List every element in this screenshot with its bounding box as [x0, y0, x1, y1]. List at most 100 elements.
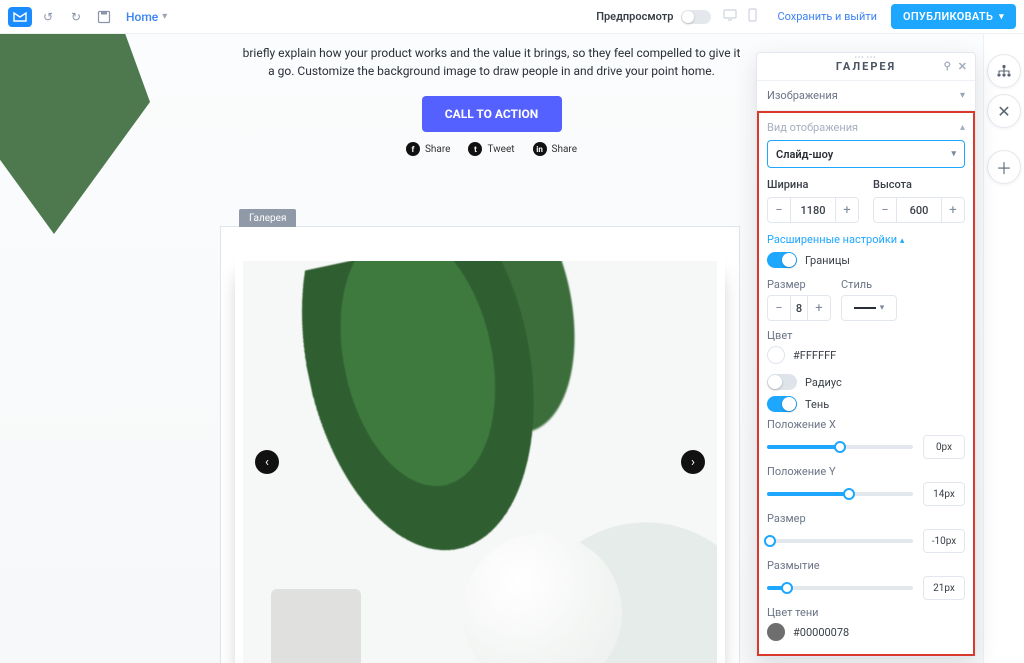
border-size-value[interactable]: 8: [790, 296, 808, 320]
border-color-value: #FFFFFF: [793, 349, 836, 362]
twitter-icon: t: [468, 142, 482, 156]
hero-line-1: briefly explain how your product works a…: [212, 44, 772, 62]
chevron-up-icon: ▴: [960, 122, 965, 133]
advanced-settings-link[interactable]: Расширенные настройки ▴: [767, 233, 965, 246]
shadow-size-slider[interactable]: [767, 539, 913, 543]
gallery-next-button[interactable]: ›: [681, 450, 705, 474]
tweet-label: Tweet: [487, 144, 514, 155]
panel-close-icon[interactable]: ✕: [958, 60, 969, 73]
gallery-image: [243, 261, 717, 663]
decrement-button[interactable]: −: [874, 203, 896, 218]
border-style-select[interactable]: ▾: [841, 295, 897, 321]
gallery-settings-panel: ⋯⋯ ГАЛЕРЕЯ ⚲ ✕ Изображения ▾ Вид отображ…: [756, 52, 976, 657]
pos-y-slider[interactable]: [767, 492, 913, 496]
hero-copy: briefly explain how your product works a…: [212, 44, 772, 80]
save-and-exit-link[interactable]: Сохранить и выйти: [777, 10, 877, 23]
desktop-icon[interactable]: [721, 9, 739, 24]
gallery-frame: ‹ ›: [235, 253, 725, 663]
linkedin-icon: in: [533, 142, 547, 156]
panel-header[interactable]: ⋯⋯ ГАЛЕРЕЯ ⚲ ✕: [757, 53, 975, 81]
hero-line-2: a go. Customize the background image to …: [212, 62, 772, 80]
height-label: Высота: [873, 178, 965, 191]
border-color-label: Цвет: [767, 329, 965, 342]
mobile-icon[interactable]: [743, 8, 761, 25]
home-label: Home: [126, 10, 158, 24]
preview-label: Предпросмотр: [596, 10, 673, 23]
share-linkedin[interactable]: in Share: [533, 142, 577, 156]
borders-toggle[interactable]: [767, 252, 797, 268]
sitemap-icon[interactable]: [987, 54, 1021, 88]
solid-line-icon: [854, 307, 876, 309]
pos-y-value[interactable]: 14px: [923, 482, 965, 506]
save-icon[interactable]: [92, 5, 116, 29]
section-display-label: Вид отображения: [767, 121, 858, 134]
blur-value[interactable]: 21px: [923, 576, 965, 600]
publish-label: ОПУБЛИКОВАТЬ: [903, 10, 993, 23]
radius-toggle[interactable]: [767, 374, 797, 390]
radius-label: Радиус: [805, 376, 842, 389]
publish-button[interactable]: ОПУБЛИКОВАТЬ ▾: [891, 4, 1016, 29]
border-color-swatch[interactable]: [767, 346, 785, 364]
chevron-down-icon: ▾: [162, 11, 167, 22]
width-label: Ширина: [767, 178, 859, 191]
pin-icon[interactable]: ⚲: [944, 61, 953, 72]
blur-label: Размытие: [767, 559, 965, 572]
borders-label: Границы: [805, 254, 850, 267]
increment-button[interactable]: +: [836, 203, 858, 218]
gallery-block-tab[interactable]: Галерея: [239, 209, 296, 227]
display-mode-value: Слайд-шоу: [776, 148, 833, 161]
pos-y-label: Положение Y: [767, 465, 965, 478]
shadow-color-swatch[interactable]: [767, 623, 785, 641]
chevron-down-icon: ▾: [960, 90, 965, 101]
share-label: Share: [425, 144, 450, 155]
pos-x-value[interactable]: 0px: [923, 435, 965, 459]
shadow-toggle[interactable]: [767, 396, 797, 412]
chevron-down-icon: ▾: [999, 12, 1004, 22]
home-link[interactable]: Home ▾: [126, 10, 167, 24]
app-logo-icon[interactable]: [8, 7, 32, 27]
width-stepper[interactable]: − 1180 +: [767, 197, 859, 223]
facebook-icon: f: [406, 142, 420, 156]
shadow-label: Тень: [805, 398, 829, 411]
shadow-color-value: #00000078: [793, 626, 849, 639]
height-value[interactable]: 600: [896, 198, 942, 222]
increment-button[interactable]: +: [942, 203, 964, 218]
share-label-2: Share: [552, 144, 577, 155]
decrement-button[interactable]: −: [768, 301, 790, 316]
panel-body: Вид отображения ▴ Слайд-шоу ▾ Ширина − 1…: [757, 111, 975, 656]
redo-icon[interactable]: ↻: [64, 5, 88, 29]
gallery-prev-button[interactable]: ‹: [255, 450, 279, 474]
gallery-block[interactable]: Галерея ‹ ›: [220, 226, 740, 663]
border-size-stepper[interactable]: − 8 +: [767, 295, 831, 321]
shadow-size-label: Размер: [767, 512, 965, 525]
share-facebook[interactable]: f Share: [406, 142, 450, 156]
width-value[interactable]: 1180: [790, 198, 836, 222]
pos-x-label: Положение X: [767, 418, 965, 431]
border-size-label: Размер: [767, 278, 831, 291]
shadow-size-value[interactable]: -10px: [923, 529, 965, 553]
decorative-sphere: [462, 533, 622, 663]
preview-toggle[interactable]: [681, 10, 711, 24]
shadow-color-label: Цвет тени: [767, 606, 965, 619]
right-tool-strip: ✕ ＋: [984, 34, 1024, 663]
close-icon[interactable]: ✕: [987, 94, 1021, 128]
section-display[interactable]: Вид отображения ▴: [767, 121, 965, 134]
decorative-pot: [271, 589, 361, 663]
add-icon[interactable]: ＋: [987, 150, 1021, 184]
undo-icon[interactable]: ↺: [36, 5, 60, 29]
cta-button[interactable]: CALL TO ACTION: [422, 96, 562, 132]
height-stepper[interactable]: − 600 +: [873, 197, 965, 223]
drag-handle-icon[interactable]: ⋯⋯: [854, 52, 878, 63]
chevron-down-icon: ▾: [951, 149, 956, 159]
section-images-label: Изображения: [767, 89, 838, 102]
section-images[interactable]: Изображения ▾: [757, 81, 975, 111]
chevron-down-icon: ▾: [880, 303, 885, 313]
blur-slider[interactable]: [767, 586, 913, 590]
pos-x-slider[interactable]: [767, 445, 913, 449]
display-mode-select[interactable]: Слайд-шоу ▾: [767, 140, 965, 168]
border-style-label: Стиль: [841, 278, 897, 291]
decrement-button[interactable]: −: [768, 203, 790, 218]
share-twitter[interactable]: t Tweet: [468, 142, 514, 156]
topbar: ↺ ↻ Home ▾ Предпросмотр Сохранить и выйт…: [0, 0, 1024, 34]
increment-button[interactable]: +: [808, 301, 830, 316]
